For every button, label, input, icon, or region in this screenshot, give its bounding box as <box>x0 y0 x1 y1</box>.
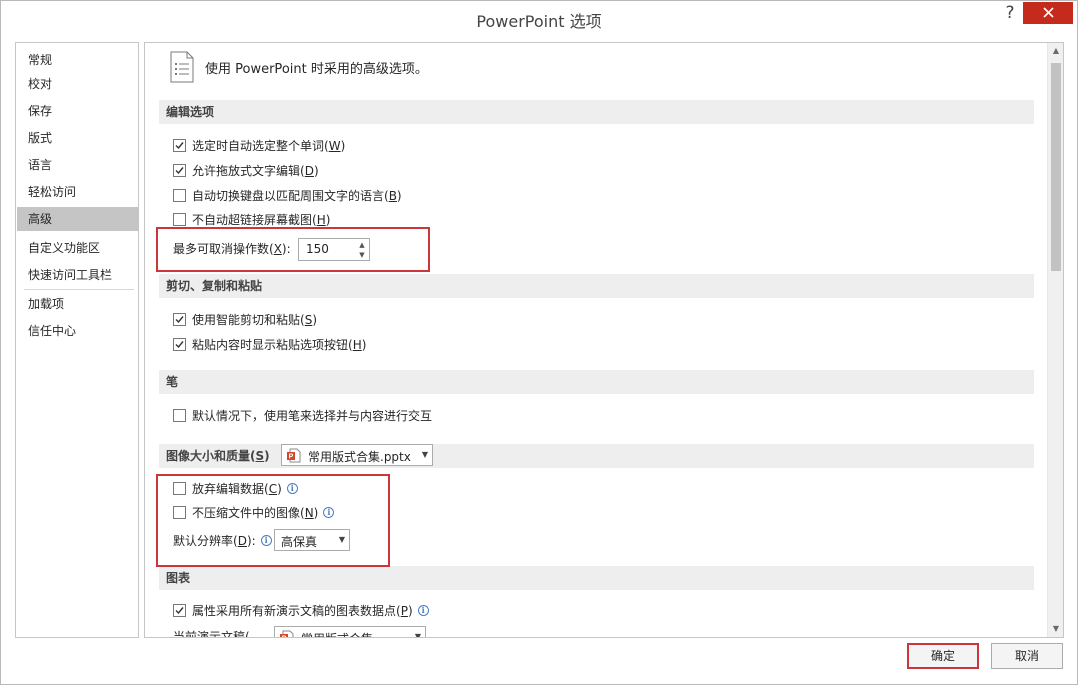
checkbox-label: 选定时自动选定整个单词( <box>192 139 329 153</box>
options-document-icon <box>170 51 194 83</box>
checkbox[interactable] <box>173 189 186 202</box>
checkbox-label: 允许拖放式文字编辑( <box>192 164 305 178</box>
options-dialog: PowerPoint 选项 ? 常规 校对 保存 版式 语言 轻松访问 高级 自… <box>0 0 1078 685</box>
sidebar-item-accessibility[interactable]: 轻松访问 <box>17 180 138 204</box>
svg-text:P: P <box>289 454 294 461</box>
close-button[interactable] <box>1023 2 1073 24</box>
checkbox-drag-drop-edit[interactable]: 允许拖放式文字编辑(D) <box>173 161 319 181</box>
checkbox[interactable] <box>173 409 186 422</box>
section-editing-title: 编辑选项 <box>159 100 1034 124</box>
checkbox-smart-cut-paste[interactable]: 使用智能剪切和粘贴(S) <box>173 310 317 330</box>
paren: ) <box>313 164 319 178</box>
sidebar-item-advanced[interactable]: 高级 <box>17 207 138 231</box>
sidebar-item-general[interactable]: 常规 <box>17 48 138 72</box>
section-cut-copy-paste-title: 剪切、复制和粘贴 <box>159 274 1034 298</box>
checkbox-label: 不自动超链接屏幕截图( <box>192 213 317 227</box>
close-icon <box>1042 7 1054 18</box>
title-bar: PowerPoint 选项 ? <box>1 1 1077 35</box>
paren: ) <box>312 313 317 327</box>
checkbox[interactable] <box>173 213 186 226</box>
section-image-title: 图像大小和质量( <box>166 449 256 463</box>
checkbox-auto-keyboard-switch[interactable]: 自动切换键盘以匹配周围文字的语言(B) <box>173 186 402 206</box>
ok-button[interactable]: 确定 <box>907 643 979 669</box>
access-key: P <box>400 604 408 618</box>
checkbox-pen-select-interact[interactable]: 默认情况下，使用笔来选择并与内容进行交互 <box>173 406 432 426</box>
powerpoint-file-icon: P <box>280 630 294 639</box>
paren: ) <box>264 449 270 463</box>
sidebar-item-proofing[interactable]: 校对 <box>17 72 138 96</box>
advanced-options-pane: 使用 PowerPoint 时采用的高级选项。 编辑选项 选定时自动选定整个单词… <box>144 42 1064 638</box>
image-file-value: 常用版式合集.pptx <box>308 450 411 464</box>
paren: ) <box>407 604 413 618</box>
section-chart-title: 图表 <box>159 566 1034 590</box>
pane-description: 使用 PowerPoint 时采用的高级选项。 <box>205 62 428 77</box>
checkbox-label: 粘贴内容时显示粘贴选项按钮( <box>192 338 353 352</box>
checkbox[interactable] <box>173 164 186 177</box>
chevron-down-icon: ▼ <box>414 632 421 638</box>
paren: ) <box>396 189 402 203</box>
image-file-dropdown[interactable]: P 常用版式合集.pptx ▼ <box>281 444 433 466</box>
sidebar-item-save[interactable]: 保存 <box>17 99 138 123</box>
checkbox[interactable] <box>173 338 186 351</box>
checkbox[interactable] <box>173 313 186 326</box>
sidebar-item-language[interactable]: 语言 <box>17 153 138 177</box>
checkbox-label: 自动切换键盘以匹配周围文字的语言( <box>192 189 389 203</box>
checkbox-label: 使用智能剪切和粘贴( <box>192 313 305 327</box>
access-key: H <box>316 213 326 227</box>
checkbox-auto-select-word[interactable]: 选定时自动选定整个单词(W) <box>173 136 345 156</box>
checkbox[interactable] <box>173 604 186 617</box>
paren: ) <box>340 139 346 153</box>
chart-file-dropdown[interactable]: P 常用版式合集 ▼ <box>274 626 426 639</box>
sidebar-item-addins[interactable]: 加载项 <box>17 292 138 316</box>
sidebar-item-quick-access[interactable]: 快速访问工具栏 <box>17 263 138 287</box>
access-key: W <box>328 139 341 153</box>
chevron-down-icon: ▼ <box>421 450 428 459</box>
svg-text:P: P <box>282 636 287 639</box>
window-title: PowerPoint 选项 <box>476 12 602 31</box>
image-options-highlight-box <box>156 474 390 567</box>
info-icon[interactable]: i <box>417 605 429 616</box>
sidebar-item-layout[interactable]: 版式 <box>17 126 138 150</box>
checkbox-label: 属性采用所有新演示文稿的图表数据点( <box>192 604 401 618</box>
scroll-thumb[interactable] <box>1051 63 1061 271</box>
scroll-up-icon[interactable]: ▲ <box>1048 43 1063 59</box>
sidebar-item-customize-ribbon[interactable]: 自定义功能区 <box>17 236 138 260</box>
checkbox-label: 默认情况下，使用笔来选择并与内容进行交互 <box>192 409 433 423</box>
checkbox[interactable] <box>173 139 186 152</box>
powerpoint-file-icon: P <box>287 448 301 463</box>
access-key: B <box>388 189 397 203</box>
current-presentation-label: 当前演示文稿( <box>173 630 250 638</box>
paren: ) <box>361 338 367 352</box>
cancel-button[interactable]: 取消 <box>991 643 1063 669</box>
category-sidebar: 常规 校对 保存 版式 语言 轻松访问 高级 自定义功能区 快速访问工具栏 加载… <box>15 42 139 638</box>
help-button[interactable]: ? <box>997 1 1023 27</box>
access-key: S <box>255 449 265 463</box>
section-pen-title: 笔 <box>159 370 1034 394</box>
access-key: H <box>352 338 362 352</box>
sidebar-divider <box>24 289 134 290</box>
scroll-down-icon[interactable]: ▼ <box>1048 621 1063 637</box>
sidebar-item-trust-center[interactable]: 信任中心 <box>17 319 138 343</box>
chart-file-value: 常用版式合集 <box>301 630 373 637</box>
paren: ) <box>325 213 331 227</box>
undo-highlight-box <box>156 227 430 272</box>
checkbox-chart-data-points[interactable]: 属性采用所有新演示文稿的图表数据点(P) i <box>173 601 429 621</box>
checkbox-show-paste-options[interactable]: 粘贴内容时显示粘贴选项按钮(H) <box>173 335 366 355</box>
vertical-scrollbar[interactable]: ▲ ▼ <box>1047 43 1063 637</box>
access-key: D <box>304 164 314 178</box>
